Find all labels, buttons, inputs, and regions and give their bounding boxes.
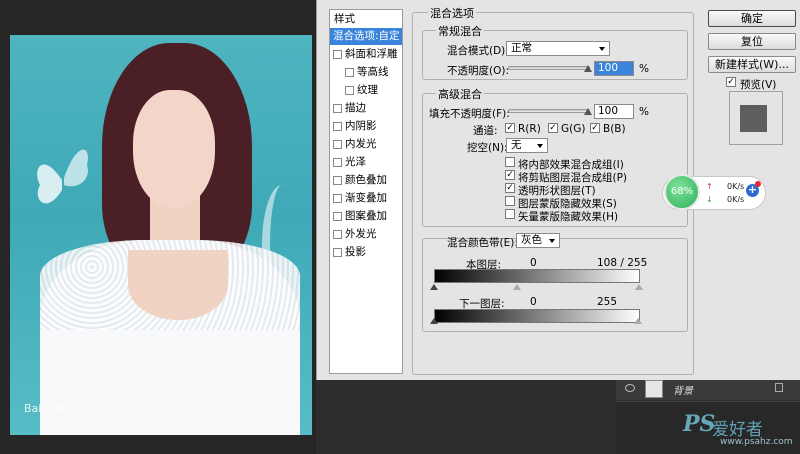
site-logo: PS (683, 411, 716, 437)
checkbox[interactable] (333, 50, 342, 59)
style-inner-shadow[interactable]: 内阴影 (330, 118, 402, 135)
fill-opacity-unit: % (639, 106, 649, 118)
blend-if-select[interactable]: 灰色 (516, 233, 560, 248)
style-gradient-overlay[interactable]: 渐变叠加 (330, 190, 402, 207)
opacity-label: 不透明度(O): (447, 65, 509, 77)
style-pattern-overlay[interactable]: 图案叠加 (330, 208, 402, 225)
butterfly-decoration (37, 149, 88, 204)
checkbox[interactable] (333, 140, 342, 149)
blend-if-label: 混合颜色带(E): (447, 237, 518, 249)
upload-arrow-icon: ↑ (706, 182, 713, 191)
this-layer-gradient (434, 269, 640, 283)
this-layer-white-slider[interactable] (635, 284, 643, 290)
fill-opacity-input[interactable]: 100 (594, 104, 634, 119)
download-speed: 0K/s (727, 195, 745, 204)
this-layer-black-slider[interactable] (430, 284, 438, 290)
new-style-button[interactable]: 新建样式(W)... (708, 56, 796, 73)
layer-mask-hides-checkbox[interactable] (505, 196, 515, 206)
style-drop-shadow[interactable]: 投影 (330, 244, 402, 261)
underlying-layer-high: 255 (597, 296, 618, 308)
fill-opacity-label: 填充不透明度(F): (429, 108, 510, 120)
fill-opacity-slider-thumb[interactable] (584, 108, 592, 115)
blend-interior-checkbox[interactable] (505, 157, 515, 167)
blend-clipped-checkbox[interactable]: ✓ (505, 170, 515, 180)
baike-watermark: Bai 百科 (24, 402, 67, 415)
fill-opacity-slider[interactable] (508, 109, 590, 113)
channel-b-checkbox[interactable]: ✓ (590, 123, 600, 133)
style-bevel-emboss[interactable]: 斜面和浮雕 (330, 46, 402, 63)
checkbox[interactable] (345, 68, 354, 77)
checkbox[interactable] (333, 158, 342, 167)
this-layer-white-slider-split[interactable] (513, 284, 521, 290)
transparency-shapes-checkbox[interactable]: ✓ (505, 183, 515, 193)
chevron-down-icon (537, 144, 543, 148)
preview-label: 预览(V) (740, 79, 777, 91)
channel-r-checkbox[interactable]: ✓ (505, 123, 515, 133)
upload-speed: 0K/s (727, 182, 745, 191)
layer-name: 背景 (673, 386, 693, 397)
checkbox[interactable] (333, 176, 342, 185)
checkbox[interactable] (333, 248, 342, 257)
styles-header[interactable]: 样式 (330, 11, 402, 28)
face-shape (133, 90, 215, 208)
style-contour[interactable]: 等高线 (330, 64, 402, 81)
eye-icon[interactable] (625, 384, 635, 392)
site-url: www.psahz.com (720, 437, 793, 447)
blending-options-title: 混合选项 (428, 5, 476, 21)
chevron-down-icon (599, 47, 605, 51)
download-arrow-icon: ↓ (706, 195, 713, 204)
checkbox[interactable] (333, 122, 342, 131)
style-satin[interactable]: 光泽 (330, 154, 402, 171)
advanced-blending-title: 高级混合 (436, 86, 484, 102)
reset-button[interactable]: 复位 (708, 33, 796, 50)
opacity-slider-thumb[interactable] (584, 65, 592, 72)
memory-usage-indicator[interactable]: 68% (664, 174, 700, 210)
underlying-layer-low: 0 (530, 296, 537, 308)
checkbox[interactable] (333, 230, 342, 239)
this-layer-high: 108 / 255 (597, 257, 648, 269)
opacity-slider[interactable] (508, 66, 590, 70)
channel-g-label: G(G) (561, 123, 586, 135)
style-color-overlay[interactable]: 颜色叠加 (330, 172, 402, 189)
blend-mode-label: 混合模式(D): (447, 45, 509, 57)
layer-thumbnail (645, 380, 663, 398)
channel-b-label: B(B) (603, 123, 626, 135)
ok-button[interactable]: 确定 (708, 10, 796, 27)
style-inner-glow[interactable]: 内发光 (330, 136, 402, 153)
knockout-label: 挖空(N): (467, 142, 508, 154)
notification-badge (755, 181, 761, 187)
lock-icon (775, 383, 783, 392)
chevron-down-icon (549, 239, 555, 243)
this-layer-low: 0 (530, 257, 537, 269)
checkbox[interactable] (333, 212, 342, 221)
knockout-select[interactable]: 无 (506, 138, 548, 153)
checkbox[interactable] (333, 194, 342, 203)
preview-checkbox[interactable]: ✓ (726, 77, 736, 87)
underlying-layer-gradient (434, 309, 640, 323)
canvas-photo: Bai 百科 (10, 35, 312, 435)
style-preview-swatch (740, 105, 767, 132)
channel-g-checkbox[interactable]: ✓ (548, 123, 558, 133)
channel-r-label: R(R) (518, 123, 541, 135)
blend-mode-select[interactable]: 正常 (506, 41, 610, 56)
checkbox[interactable] (345, 86, 354, 95)
style-stroke[interactable]: 描边 (330, 100, 402, 117)
opacity-input[interactable]: 100 (594, 61, 634, 76)
style-outer-glow[interactable]: 外发光 (330, 226, 402, 243)
neckline-shape (128, 250, 228, 320)
styles-list: 样式 混合选项:自定 斜面和浮雕 等高线 纹理 描边 内阴影 内发光 光泽 颜色… (329, 9, 403, 374)
underlying-black-slider[interactable] (430, 318, 438, 324)
vector-mask-hides-label: 矢量蒙版隐藏效果(H) (518, 211, 619, 223)
style-texture[interactable]: 纹理 (330, 82, 402, 99)
channels-label: 通道: (473, 125, 498, 137)
underlying-white-slider[interactable] (634, 318, 642, 324)
opacity-unit: % (639, 63, 649, 75)
style-blending-options[interactable]: 混合选项:自定 (330, 28, 402, 45)
checkbox[interactable] (333, 104, 342, 113)
layer-row-background[interactable] (616, 378, 800, 400)
vector-mask-hides-checkbox[interactable] (505, 209, 515, 219)
general-blending-title: 常规混合 (436, 23, 484, 39)
